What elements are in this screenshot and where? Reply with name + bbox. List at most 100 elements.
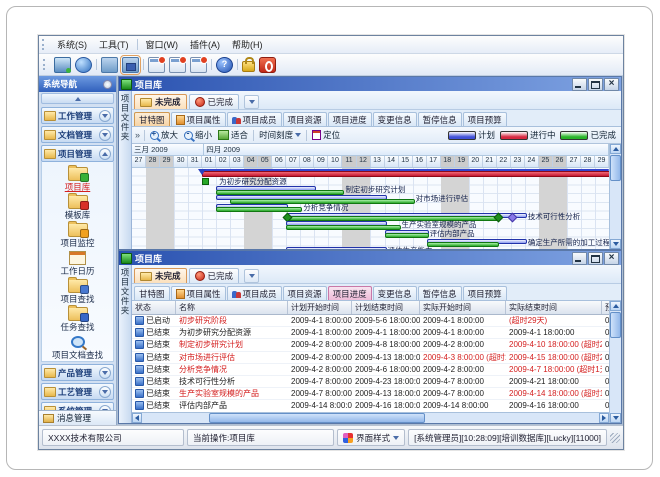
subtab-project-members[interactable]: 项目成员 xyxy=(227,112,282,126)
sidebar-group-process-mgmt[interactable]: 工艺管理 xyxy=(41,383,114,400)
gantt-task-row[interactable]: 生产实验室规模的产品 xyxy=(132,220,609,229)
web-icon[interactable] xyxy=(75,57,92,73)
gantt-vscrollbar[interactable] xyxy=(609,144,621,249)
scroll-right-button[interactable] xyxy=(599,413,609,423)
scroll-down-button[interactable] xyxy=(610,413,621,423)
subtab-project-props[interactable]: 项目属性 xyxy=(171,112,226,126)
gantt-task-row[interactable] xyxy=(132,168,609,177)
column-header-1[interactable]: 名称 xyxy=(176,301,288,314)
column-header-2[interactable]: 计划开始时间 xyxy=(288,301,352,314)
sidebar-item-project-doc-search[interactable]: 项目文档查找 xyxy=(42,332,113,360)
column-header-5[interactable]: 实际结束时间 xyxy=(506,301,602,314)
subtab-pause-info[interactable]: 暂停信息 xyxy=(418,286,462,300)
table-row[interactable]: 已结束分析竞争情况2009-4-2 8:00:002009-4-6 18:00:… xyxy=(132,364,609,376)
scroll-thumb[interactable] xyxy=(209,413,426,423)
gantt-task-row[interactable]: 对市场进行评估 xyxy=(132,194,609,203)
sidebar-group-system-mgmt[interactable]: 系统管理 xyxy=(41,402,114,410)
subtab-project-budget[interactable]: 项目预算 xyxy=(463,112,507,126)
subtab-gantt[interactable]: 甘特图 xyxy=(134,112,170,126)
gantt-task-row[interactable]: 技术可行性分析 xyxy=(132,212,609,221)
subtab-project-progress[interactable]: 项目进度 xyxy=(328,112,372,126)
scroll-up-button[interactable] xyxy=(610,144,621,154)
lock-icon[interactable] xyxy=(242,61,255,72)
scroll-up-button[interactable] xyxy=(610,301,621,311)
sidebar-group-doc-mgmt[interactable]: 文档管理 xyxy=(41,126,114,143)
table-row[interactable]: 已结束对市场进行评估2009-4-2 8:00:002009-4-13 18:0… xyxy=(132,352,609,364)
scroll-down-button[interactable] xyxy=(610,239,621,249)
gantt-task-row[interactable]: 评估生产能力 xyxy=(132,246,609,249)
gantt-task-row[interactable]: 制定初步研究计划 xyxy=(132,185,609,194)
gantt-chart[interactable]: 三月 2009四月 2009 2728293031010203040506070… xyxy=(132,144,609,249)
menu-window[interactable]: 窗口(W) xyxy=(140,37,185,53)
exit-icon[interactable] xyxy=(259,57,276,73)
message-management-tab[interactable]: 消息管理 xyxy=(39,410,116,425)
sidebar-item-template-library[interactable]: 模板库 xyxy=(42,192,113,220)
column-header-4[interactable]: 实际开始时间 xyxy=(420,301,506,314)
client-icon[interactable] xyxy=(54,57,71,73)
subtab-project-resources[interactable]: 项目资源 xyxy=(283,286,327,300)
project-folder-strip[interactable]: 项目文件夹 xyxy=(119,265,132,423)
table-row[interactable]: 已结束评估内部产品2009-4-14 8:00:002009-4-16 18:0… xyxy=(132,400,609,412)
gantt-task-row[interactable]: 分析竞争情况 xyxy=(132,203,609,212)
subtab-project-resources[interactable]: 项目资源 xyxy=(283,112,327,126)
subtab-project-members[interactable]: 项目成员 xyxy=(227,286,282,300)
close-button[interactable] xyxy=(604,252,619,265)
sidebar-item-task-search[interactable]: 任务查找 xyxy=(42,304,113,332)
column-header-6[interactable]: 预警 xyxy=(602,301,609,314)
sidebar-item-project-monitor[interactable]: 项目监控 xyxy=(42,220,113,248)
menu-tools[interactable]: 工具(T) xyxy=(93,37,135,53)
subtab-pause-info[interactable]: 暂停信息 xyxy=(418,112,462,126)
sidebar-group-work-mgmt[interactable]: 工作管理 xyxy=(41,107,114,124)
sidebar-item-work-calendar[interactable]: 工作日历 xyxy=(42,248,113,276)
table-row[interactable]: 已结束为初步研究分配资源2009-4-1 8:00:002009-4-1 18:… xyxy=(132,327,609,339)
scroll-thumb[interactable] xyxy=(610,312,621,338)
sidebar-item-project-library[interactable]: 项目库 xyxy=(42,164,113,192)
subtab-project-progress[interactable]: 项目进度 xyxy=(328,286,372,300)
table-row[interactable]: 已结束制定初步研究计划2009-4-2 8:00:002009-4-8 18:0… xyxy=(132,339,609,351)
gantt-task-row[interactable]: 确定生产所需的加工过程 xyxy=(132,238,609,247)
tab-overflow-button[interactable] xyxy=(244,269,259,283)
locate-button[interactable]: 定位 xyxy=(311,129,341,141)
scroll-thumb[interactable] xyxy=(610,155,621,181)
overflow-chevron-icon[interactable] xyxy=(135,130,140,140)
expand-group-button[interactable] xyxy=(99,129,111,141)
maximize-button[interactable] xyxy=(588,78,603,91)
open-project-icon[interactable] xyxy=(101,57,118,73)
zoom-in-button[interactable]: 放大 xyxy=(149,129,179,141)
tab-finished[interactable]: 已完成 xyxy=(189,94,240,109)
menu-plugins[interactable]: 插件(A) xyxy=(184,37,226,53)
table-hscrollbar[interactable] xyxy=(132,412,609,423)
tab-unfinished[interactable]: 未完成 xyxy=(134,94,187,109)
sidebar-item-project-search[interactable]: 项目查找 xyxy=(42,276,113,304)
expand-group-button[interactable] xyxy=(99,367,111,379)
subtab-project-budget[interactable]: 项目预算 xyxy=(463,286,507,300)
maximize-button[interactable] xyxy=(588,252,603,265)
timescale-button[interactable]: 时间刻度 xyxy=(258,129,302,141)
subtab-change-info[interactable]: 变更信息 xyxy=(373,112,417,126)
gantt-task-row[interactable]: 评估内部产品 xyxy=(132,229,609,238)
expand-group-button[interactable] xyxy=(99,110,111,122)
scroll-left-button[interactable] xyxy=(132,413,142,423)
sidebar-group-project-mgmt[interactable]: 项目管理 xyxy=(41,145,114,162)
report-icon[interactable] xyxy=(148,57,165,73)
save-project-icon[interactable] xyxy=(122,57,139,73)
subtab-project-props[interactable]: 项目属性 xyxy=(171,286,226,300)
minimize-button[interactable] xyxy=(572,252,587,265)
subtab-gantt[interactable]: 甘特图 xyxy=(134,286,170,300)
minimize-button[interactable] xyxy=(572,78,587,91)
table-row[interactable]: 已启动初步研究阶段2009-4-1 8:00:002009-5-6 18:00:… xyxy=(132,315,609,327)
tab-unfinished[interactable]: 未完成 xyxy=(134,268,187,283)
close-button[interactable] xyxy=(604,78,619,91)
pin-icon[interactable] xyxy=(103,80,112,89)
chart-icon[interactable] xyxy=(190,57,207,73)
collapse-group-button[interactable] xyxy=(99,148,111,160)
resize-grip[interactable] xyxy=(610,433,620,443)
tab-finished[interactable]: 已完成 xyxy=(189,268,240,283)
sidebar-group-product-mgmt[interactable]: 产品管理 xyxy=(41,364,114,381)
interface-style-button[interactable]: 界面样式 xyxy=(337,429,405,446)
menu-system[interactable]: 系统(S) xyxy=(51,37,93,53)
zoom-out-button[interactable]: 缩小 xyxy=(183,129,213,141)
project-folder-strip[interactable]: 项目文件夹 xyxy=(119,91,132,249)
column-header-3[interactable]: 计划结束时间 xyxy=(352,301,420,314)
table-row[interactable]: 已结束生产实验室规模的产品2009-4-7 8:00:002009-4-13 1… xyxy=(132,388,609,400)
